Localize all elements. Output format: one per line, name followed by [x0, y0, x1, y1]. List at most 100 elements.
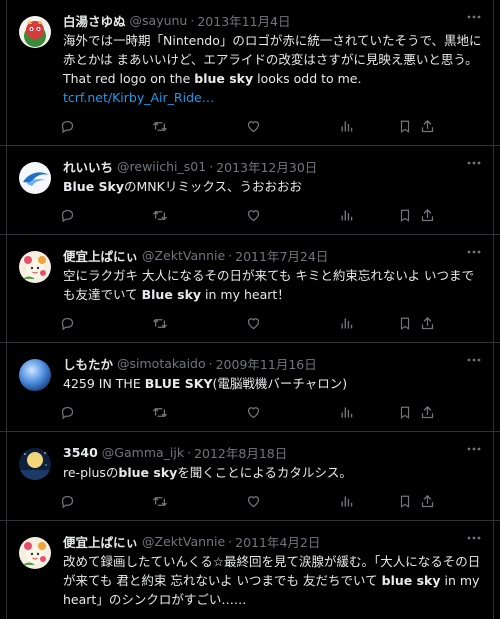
share-icon[interactable] [419, 118, 435, 134]
bookmark-icon[interactable] [397, 315, 413, 331]
tweet-date[interactable]: 2009年11月16日 [216, 354, 317, 373]
more-options-icon[interactable] [466, 157, 482, 169]
tweet-header: 便宜上ぱにぃ @ZektVannie · 2011年7月24日 [63, 245, 484, 265]
like-heart-icon[interactable] [245, 404, 261, 420]
views-chart-icon[interactable] [338, 118, 354, 134]
more-options-icon[interactable] [466, 11, 482, 23]
tweet-date[interactable]: 2012年8月18日 [194, 443, 287, 462]
text-segment: を聞くことによるカタルシス。 [177, 465, 352, 480]
flower-character-avatar[interactable] [19, 537, 51, 569]
display-name[interactable]: 白湯さゆぬ [63, 11, 126, 30]
retweet-icon[interactable] [152, 207, 168, 223]
text-segment: re-plusの [63, 465, 119, 480]
tweet-header: れいいち @rewiichi_s01 · 2013年12月30日 [63, 156, 484, 176]
tweet-actions [59, 107, 484, 145]
tweet-text: 海外では一時期「Nintendo」のロゴが赤に統一されていたそうで、黒地に赤とか… [63, 31, 484, 107]
like-heart-icon[interactable] [245, 315, 261, 331]
tweet-header: 便宜上ぱにぃ @ZektVannie · 2011年4月2日 [63, 531, 484, 551]
share-icon[interactable] [419, 404, 435, 420]
tweet-feed: 白湯さゆぬ @sayunu · 2013年11月4日 海外では一時期「Ninte… [0, 0, 500, 619]
tweet-date[interactable]: 2011年4月2日 [235, 532, 320, 551]
display-name[interactable]: れいいち [63, 157, 113, 176]
share-icon[interactable] [419, 207, 435, 223]
tweet-link[interactable]: tcrf.net/Kirby_Air_Ride… [63, 88, 484, 107]
share-icon[interactable] [419, 493, 435, 509]
tweet[interactable]: 3540 @Gamma_ijk · 2012年8月18日 re-plusのblu… [0, 432, 500, 521]
tweet-actions [59, 609, 484, 619]
tweet[interactable]: 便宜上ぱにぃ @ZektVannie · 2011年4月2日 改めて録画したてい… [0, 521, 500, 619]
tweet-text: re-plusのblue skyを聞くことによるカタルシス。 [63, 463, 484, 482]
tweet-text: 4259 IN THE BLUE SKY(電脳戦機バーチャロン) [63, 374, 484, 393]
user-handle[interactable]: @simotakaido [117, 356, 206, 371]
like-heart-icon[interactable] [245, 207, 261, 223]
views-chart-icon[interactable] [338, 207, 354, 223]
tweet[interactable]: 白湯さゆぬ @sayunu · 2013年11月4日 海外では一時期「Ninte… [0, 0, 500, 146]
reply-icon[interactable] [59, 493, 75, 509]
retweet-icon[interactable] [152, 404, 168, 420]
text-segment: looks odd to me. [253, 71, 362, 86]
tweet-date[interactable]: 2013年12月30日 [216, 157, 317, 176]
retweet-icon[interactable] [152, 315, 168, 331]
tweet-date[interactable]: 2011年7月24日 [235, 246, 328, 265]
bookmark-icon[interactable] [397, 493, 413, 509]
more-options-icon[interactable] [466, 532, 482, 544]
bookmark-icon[interactable] [397, 207, 413, 223]
user-handle[interactable]: @ZektVannie [142, 534, 225, 549]
tweet[interactable]: しもたか @simotakaido · 2009年11月16日 4259 IN … [0, 343, 500, 432]
keyword-highlight: blue sky [381, 573, 441, 588]
reply-icon[interactable] [59, 315, 75, 331]
flower-character-avatar[interactable] [19, 251, 51, 283]
display-name[interactable]: 便宜上ぱにぃ [63, 532, 138, 551]
separator-dot: · [228, 533, 233, 549]
more-options-icon[interactable] [466, 443, 482, 455]
tweet-text: 改めて録画したていんくる☆最終回を見て涙腺が緩む。「大人になるその日が来ても 君… [63, 552, 484, 609]
separator-dot: · [187, 444, 192, 460]
text-segment: in my heart！ [201, 287, 290, 302]
views-chart-icon[interactable] [338, 404, 354, 420]
keyword-highlight: BLUE SKY [144, 376, 213, 391]
like-heart-icon[interactable] [245, 118, 261, 134]
user-handle[interactable]: @sayunu [130, 13, 188, 28]
white-blue-swoosh-avatar[interactable] [19, 162, 51, 194]
more-options-icon[interactable] [466, 354, 482, 366]
tweet-header: 白湯さゆぬ @sayunu · 2013年11月4日 [63, 10, 484, 30]
more-options-icon[interactable] [466, 246, 482, 258]
keyword-highlight: blue sky [118, 465, 178, 480]
bookmark-icon[interactable] [397, 118, 413, 134]
keyword-highlight: Blue sky [141, 287, 202, 302]
retweet-icon[interactable] [152, 493, 168, 509]
tweet[interactable]: れいいち @rewiichi_s01 · 2013年12月30日 Blue Sk… [0, 146, 500, 235]
separator-dot: · [209, 158, 214, 174]
reply-icon[interactable] [59, 207, 75, 223]
tweet-text: Blue SkyのMNKリミックス、うおおおお [63, 177, 484, 196]
retweet-icon[interactable] [152, 118, 168, 134]
views-chart-icon[interactable] [338, 493, 354, 509]
keyword-highlight: Blue Sky [63, 179, 125, 194]
blue-sphere-avatar[interactable] [19, 359, 51, 391]
display-name[interactable]: 3540 [63, 445, 98, 460]
tweet-actions [59, 482, 484, 520]
display-name[interactable]: 便宜上ぱにぃ [63, 246, 138, 265]
separator-dot: · [208, 355, 213, 371]
tweet-header: 3540 @Gamma_ijk · 2012年8月18日 [63, 442, 484, 462]
share-icon[interactable] [419, 315, 435, 331]
night-sky-avatar[interactable] [19, 448, 51, 480]
user-handle[interactable]: @ZektVannie [142, 248, 225, 263]
display-name[interactable]: しもたか [63, 354, 113, 373]
reply-icon[interactable] [59, 118, 75, 134]
tweet-header: しもたか @simotakaido · 2009年11月16日 [63, 353, 484, 373]
reply-icon[interactable] [59, 404, 75, 420]
tweet-actions [59, 196, 484, 234]
tweet-actions [59, 393, 484, 431]
tweet-text: 空にラクガキ 大人になるその日が来ても キミと約束忘れないよ いつまでも友達でい… [63, 266, 484, 304]
keyword-highlight: blue sky [194, 71, 254, 86]
bookmark-icon[interactable] [397, 404, 413, 420]
user-handle[interactable]: @Gamma_ijk [102, 445, 184, 460]
user-handle[interactable]: @rewiichi_s01 [117, 159, 206, 174]
tweet[interactable]: 便宜上ぱにぃ @ZektVannie · 2011年7月24日 空にラクガキ 大… [0, 235, 500, 343]
like-heart-icon[interactable] [245, 493, 261, 509]
separator-dot: · [190, 12, 195, 28]
red-character-avatar[interactable] [19, 16, 51, 48]
views-chart-icon[interactable] [338, 315, 354, 331]
tweet-date[interactable]: 2013年11月4日 [197, 11, 290, 30]
